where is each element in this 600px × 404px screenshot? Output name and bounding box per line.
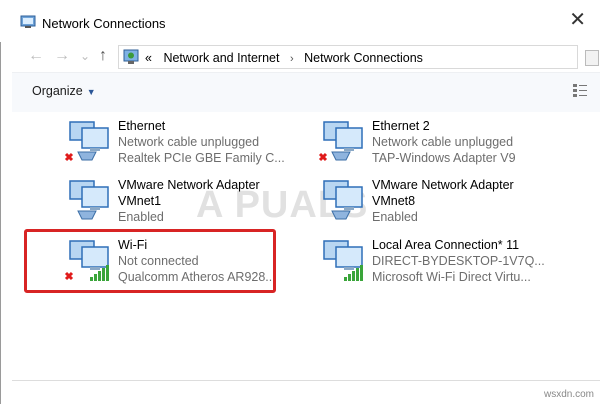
connection-adapter: TAP-Windows Adapter V9 [372, 151, 516, 165]
connection-vmware-vmnet1[interactable]: VMware Network Adapter VMnet1 Enabled [62, 177, 302, 227]
connection-name: Ethernet [118, 119, 166, 133]
connection-ethernet[interactable]: Ethernet Network cable unplugged Realtek… [62, 118, 302, 168]
command-bar [12, 72, 600, 114]
connection-name: Local Area Connection* 11 [372, 238, 520, 252]
wired-network-icon [318, 121, 363, 162]
organize-button[interactable]: Organize ▼ [32, 84, 96, 98]
connection-status: DIRECT-BYDESKTOP-1V7Q... [372, 254, 545, 268]
wired-network-icon [64, 121, 109, 162]
connection-adapter: Microsoft Wi-Fi Direct Virtu... [372, 270, 531, 284]
connection-adapter: Realtek PCIe GBE Family C... [118, 151, 285, 165]
connection-name: Ethernet 2 [372, 119, 430, 133]
back-icon[interactable]: ← [28, 47, 44, 65]
bottom-divider [12, 380, 600, 381]
connection-status: Enabled [372, 210, 418, 224]
connection-name: VMware Network Adapter [372, 178, 514, 192]
connection-subname: VMnet1 [118, 194, 162, 208]
control-panel-icon [123, 49, 139, 64]
wired-network-icon [323, 180, 363, 220]
connection-status: Enabled [118, 210, 164, 224]
connection-vmware-vmnet8[interactable]: VMware Network Adapter VMnet8 Enabled [316, 177, 556, 227]
breadcrumb-network-connections[interactable]: Network Connections [304, 51, 423, 65]
connection-local-area-11[interactable]: Local Area Connection* 11 DIRECT-BYDESKT… [316, 237, 556, 287]
connection-subname: VMnet8 [372, 194, 416, 208]
wireless-network-icon [323, 240, 363, 281]
recent-locations-icon[interactable]: ⌄ [80, 49, 90, 63]
site-watermark: wsxdn.com [543, 389, 594, 400]
breadcrumb-network-and-internet[interactable]: Network and Internet [163, 51, 279, 65]
wifi-highlight-box [24, 229, 276, 293]
breadcrumb-separator-icon[interactable]: › [290, 53, 294, 65]
breadcrumb-overflow[interactable]: « [145, 51, 152, 65]
chevron-down-icon: ▼ [86, 87, 96, 97]
connection-status: Network cable unplugged [118, 135, 260, 149]
title-bar: Network Connections ✕ [0, 0, 600, 42]
view-options-icon[interactable] [572, 82, 588, 100]
window-title: Network Connections [42, 16, 166, 31]
up-icon[interactable]: ↑ [99, 47, 107, 65]
network-connections-app-icon [20, 15, 36, 28]
details-pane-icon[interactable] [585, 50, 599, 66]
wired-network-icon [69, 180, 109, 220]
connection-status: Network cable unplugged [372, 135, 514, 149]
connection-name: VMware Network Adapter [118, 178, 260, 192]
connection-ethernet-2[interactable]: Ethernet 2 Network cable unplugged TAP-W… [316, 118, 556, 168]
close-icon[interactable]: ✕ [569, 10, 586, 30]
breadcrumb: « Network and Internet › Network Connect… [145, 51, 423, 65]
organize-label: Organize [32, 84, 83, 98]
forward-icon[interactable]: → [54, 47, 70, 65]
